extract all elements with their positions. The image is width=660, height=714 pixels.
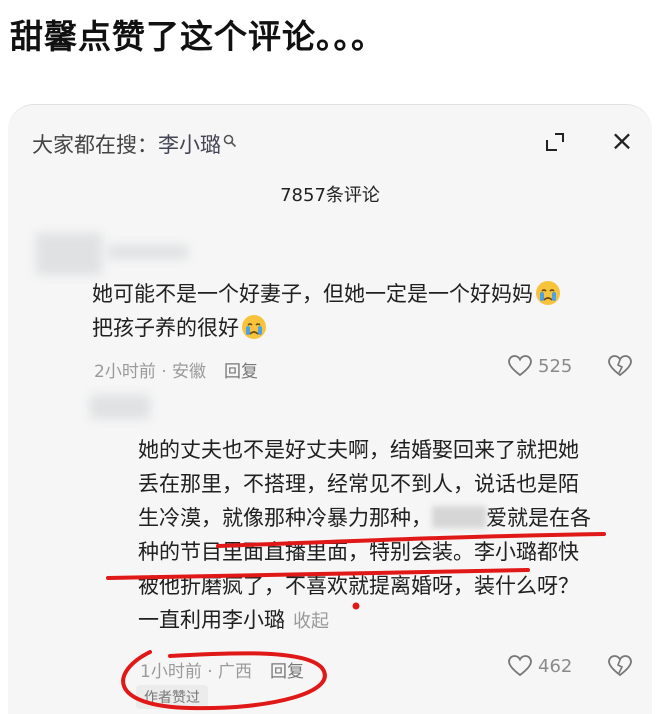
comment-2-line: 被他折磨疯了，不喜欢就提离婚呀，装什么呀？ (138, 574, 579, 598)
like-button[interactable]: 525 (508, 355, 572, 377)
comment-1-text: 她可能不是一个好妻子，但她一定是一个好妈妈 把孩子养的很好 (92, 277, 561, 345)
collapse-button[interactable]: 收起 (293, 611, 329, 632)
expand-icon[interactable] (544, 131, 566, 153)
broken-heart-icon[interactable] (608, 655, 632, 679)
search-icon (223, 129, 237, 148)
comment-2-line: 种的节目里面直播里面，特别会装。李小璐都快 (138, 540, 579, 564)
comment-2-line: 丢在那里，不搭理，经常见不到人，说话也是陌 (138, 472, 579, 496)
heart-icon (508, 655, 532, 677)
reply-button[interactable]: 回复 (270, 662, 304, 682)
author-liked-badge: 作者赞过 (136, 685, 208, 709)
comment-2-text: 她的丈夫也不是好丈夫啊，结婚娶回来了就把她 丢在那里，不搭理，经常见不到人，说话… (138, 433, 591, 639)
comment-panel: 大家都在搜：李小璐 × 7857条评论 她可能不是一个好妻子，但她一定是一个好妈… (8, 104, 652, 714)
heart-icon (508, 355, 532, 377)
comment-2-line: 爱就是在各 (486, 506, 591, 530)
reply-button[interactable]: 回复 (224, 362, 258, 382)
hot-search-bar[interactable]: 大家都在搜：李小璐 (32, 129, 237, 159)
like-count: 462 (538, 656, 573, 677)
comment-1-time: 2小时前 · 安徽 (94, 362, 207, 382)
search-label: 大家都在搜： (32, 133, 158, 157)
comment-2-line: 一直利用李小璐 (138, 608, 285, 632)
headline: 甜馨点赞了这个评论。。。 (10, 17, 385, 56)
search-term[interactable]: 李小璐 (158, 133, 221, 157)
comment-count: 7857条评论 (280, 185, 380, 206)
comment-2-time: 1小时前 · 广西 (140, 662, 253, 682)
like-button[interactable]: 462 (508, 655, 572, 677)
blurred-avatar (36, 233, 102, 275)
comment-1-line: 她可能不是一个好妻子，但她一定是一个好妈妈 (92, 282, 533, 306)
blurred-reply-avatar (90, 395, 150, 419)
comment-2-line: 生冷漠，就像那种冷暴力那种， (138, 506, 432, 530)
crying-face-icon (536, 281, 560, 305)
redacted-name (432, 506, 486, 528)
crying-face-icon (242, 315, 266, 339)
broken-heart-icon[interactable] (608, 355, 632, 379)
comment-1-line: 把孩子养的很好 (92, 316, 239, 340)
comment-2-meta: 1小时前 · 广西 回复 (140, 657, 304, 682)
comment-1-meta: 2小时前 · 安徽 回复 (94, 357, 258, 382)
close-icon[interactable]: × (608, 127, 636, 155)
blurred-username (108, 245, 188, 259)
comment-2-line: 她的丈夫也不是好丈夫啊，结婚娶回来了就把她 (138, 438, 579, 462)
like-count: 525 (538, 356, 573, 377)
